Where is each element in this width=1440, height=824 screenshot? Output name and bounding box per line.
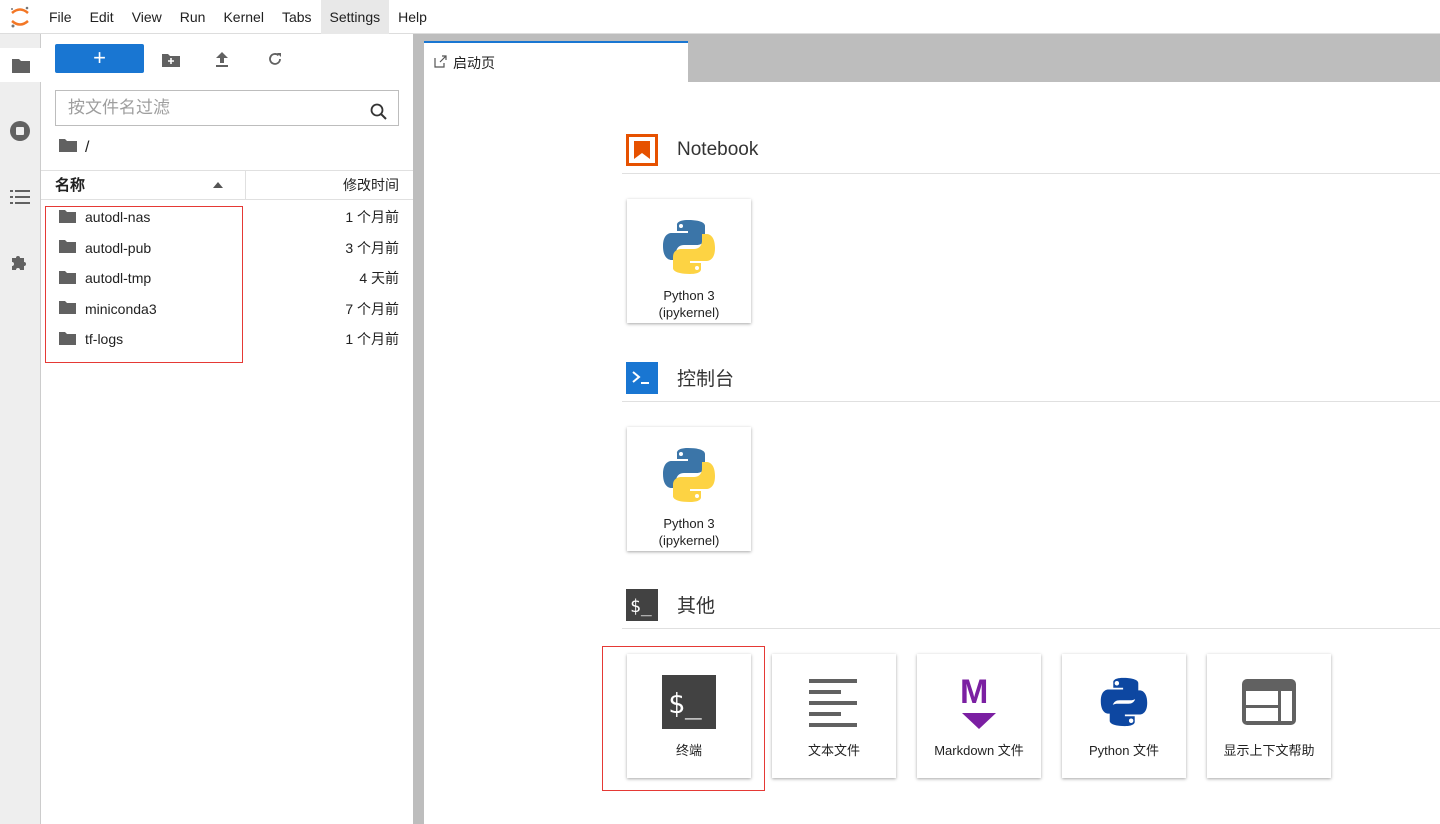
- filter-placeholder: 按文件名过滤: [68, 98, 170, 117]
- file-list-header: 名称 修改时间: [41, 170, 413, 200]
- card-label: Python 3 (ipykernel): [658, 288, 720, 320]
- console-icon: [626, 361, 658, 394]
- search-icon: [370, 99, 388, 133]
- folder-icon[interactable]: [59, 138, 77, 157]
- menu-settings[interactable]: Settings: [320, 0, 390, 34]
- card-label: Python 文件: [1088, 743, 1160, 758]
- section-console: 控制台: [622, 354, 1440, 402]
- file-modified: 7 个月前: [345, 300, 399, 317]
- breadcrumb-root[interactable]: /: [85, 139, 89, 157]
- notebook-icon: [626, 133, 658, 166]
- menu-run[interactable]: Run: [171, 0, 215, 34]
- jupyter-logo-icon: [0, 0, 40, 34]
- panel-splitter[interactable]: [413, 34, 424, 824]
- menu-edit[interactable]: Edit: [81, 0, 123, 34]
- menu-help[interactable]: Help: [389, 0, 436, 34]
- file-modified: 4 天前: [359, 270, 399, 286]
- notebook-python3-card[interactable]: Python 3 (ipykernel): [627, 199, 751, 323]
- section-title: 其他: [677, 596, 716, 617]
- console-python3-card[interactable]: Python 3 (ipykernel): [627, 427, 751, 551]
- highlight-box-files: [45, 206, 243, 363]
- section-other: $_ 其他: [622, 581, 1440, 629]
- section-title: Notebook: [677, 138, 759, 160]
- new-folder-icon[interactable]: [159, 48, 183, 70]
- menu-tabs[interactable]: Tabs: [273, 0, 321, 34]
- python-file-card[interactable]: Python 文件: [1062, 654, 1186, 778]
- tab-launcher[interactable]: 启动页: [424, 41, 688, 82]
- card-label: Python 3 (ipykernel): [658, 516, 720, 548]
- filename-filter-input[interactable]: 按文件名过滤: [55, 90, 399, 126]
- section-title: 控制台: [677, 369, 735, 390]
- activity-bar: [0, 34, 41, 824]
- svg-text:$_: $_: [630, 596, 652, 617]
- table-of-contents-tab-icon[interactable]: [0, 180, 40, 214]
- launcher-tab-icon: [434, 54, 447, 71]
- menu-kernel[interactable]: Kernel: [214, 0, 272, 34]
- tab-bar: 启动页: [424, 34, 1440, 82]
- file-browser-panel: + 按文件名过滤 / 名称 修改时间 autodl-nas 1 个月前 autodl…: [41, 34, 413, 824]
- python-logo-icon: [661, 207, 717, 287]
- sort-ascending-icon: [213, 182, 223, 188]
- file-modified: 1 个月前: [345, 209, 399, 225]
- column-name-label: 名称: [55, 177, 86, 194]
- markdown-icon: M: [959, 662, 999, 742]
- running-sessions-tab-icon[interactable]: [0, 114, 40, 148]
- refresh-icon[interactable]: [263, 48, 287, 70]
- extensions-tab-icon[interactable]: [0, 245, 40, 279]
- text-file-card[interactable]: 文本文件: [772, 654, 896, 778]
- launcher: Notebook 控制台 $_ 其他 Python 3 (ipykernel) Py…: [424, 82, 1440, 824]
- column-name-header[interactable]: 名称: [41, 171, 246, 199]
- svg-text:M: M: [960, 673, 988, 711]
- new-launcher-button[interactable]: +: [55, 44, 144, 73]
- context-help-card[interactable]: 显示上下文帮助: [1207, 654, 1331, 778]
- other-terminal-icon: $_: [626, 588, 658, 621]
- text-file-icon: [809, 662, 859, 742]
- upload-icon[interactable]: [210, 48, 234, 70]
- tab-label: 启动页: [453, 54, 495, 71]
- menubar: File Edit View Run Kernel Tabs Settings …: [0, 0, 1440, 34]
- card-label: 显示上下文帮助: [1223, 743, 1315, 758]
- context-help-icon: [1242, 662, 1296, 742]
- menu-file[interactable]: File: [40, 0, 81, 34]
- menu-view[interactable]: View: [123, 0, 171, 34]
- section-notebook: Notebook: [622, 126, 1440, 174]
- markdown-file-card[interactable]: M Markdown 文件: [917, 654, 1041, 778]
- card-label: Markdown 文件: [934, 743, 1024, 758]
- card-label: 文本文件: [807, 743, 860, 758]
- file-modified: 3 个月前: [345, 239, 399, 256]
- python-logo-icon: [661, 435, 717, 515]
- column-modified-header[interactable]: 修改时间: [246, 171, 413, 199]
- file-browser-tab-icon[interactable]: [0, 48, 41, 82]
- python-file-icon: [1099, 662, 1149, 742]
- breadcrumb: /: [59, 138, 89, 157]
- highlight-box-terminal: [602, 646, 765, 791]
- file-modified: 1 个月前: [345, 331, 399, 347]
